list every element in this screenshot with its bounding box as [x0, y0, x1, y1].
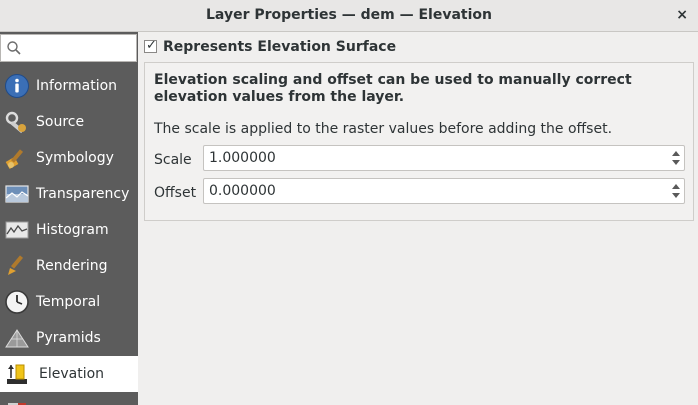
sidebar-item-pyramids[interactable]: Pyramids [0, 320, 138, 356]
symbology-icon [5, 149, 24, 169]
elevation-icon [7, 364, 27, 384]
spin-arrows-icon[interactable] [671, 148, 681, 168]
search-input[interactable] [0, 34, 137, 62]
sidebar-item-label: Rendering [36, 258, 108, 274]
description-bold: Elevation scaling and offset can be used… [154, 72, 632, 105]
sidebar-item-transparency[interactable]: Transparency [0, 176, 138, 212]
close-button[interactable]: × [676, 0, 688, 32]
clock-icon [5, 290, 29, 314]
sidebar-item-label: Histogram [36, 222, 109, 238]
sidebar-item-temporal[interactable]: Temporal [0, 284, 138, 320]
offset-spinbox[interactable]: 0.000000 [203, 178, 685, 204]
elevation-surface-checkbox[interactable]: ✓ [144, 38, 157, 53]
transparency-icon [5, 185, 29, 203]
scale-label: Scale [154, 152, 192, 168]
source-icon [5, 111, 26, 134]
check-icon: ✓ [146, 38, 157, 53]
elevation-group: Elevation scaling and offset can be used… [144, 62, 694, 221]
sidebar-item-symbology[interactable]: Symbology [0, 140, 138, 176]
sidebar-item-elevation[interactable]: Elevation [0, 356, 138, 392]
scale-value: 1.000000 [209, 150, 276, 166]
title-bar: Layer Properties — dem — Elevation × [0, 0, 698, 32]
sidebar-item-label: Elevation [39, 366, 105, 382]
elevation-page: ✓ Represents Elevation Surface Elevation… [138, 32, 698, 405]
description: The scale is applied to the raster value… [154, 121, 613, 137]
search-icon [7, 41, 21, 55]
histogram-icon [5, 221, 29, 239]
window-title: Layer Properties — dem — Elevation [206, 7, 492, 23]
sidebar-item-partial[interactable] [0, 392, 138, 405]
sidebar-item-label: Symbology [36, 150, 114, 166]
sidebar-item-label: Temporal [36, 294, 101, 310]
partial-icon [8, 403, 26, 405]
info-icon [5, 74, 29, 98]
sidebar-item-information[interactable]: Information [0, 68, 138, 104]
sidebar-item-histogram[interactable]: Histogram [0, 212, 138, 248]
offset-label: Offset [154, 185, 197, 201]
offset-value: 0.000000 [209, 183, 276, 199]
rendering-icon [8, 255, 24, 275]
sidebar-item-label: Source [36, 114, 85, 130]
sidebar-item-label: Information [36, 78, 118, 94]
checkbox-label: Represents Elevation Surface [163, 39, 397, 55]
spin-arrows-icon[interactable] [671, 181, 681, 201]
sidebar: Information Source Symbology Transparenc… [0, 32, 138, 405]
sidebar-item-label: Pyramids [36, 330, 101, 346]
pyramids-icon [5, 329, 29, 348]
scale-spinbox[interactable]: 1.000000 [203, 145, 685, 171]
sidebar-item-label: Transparency [36, 186, 130, 202]
sidebar-item-rendering[interactable]: Rendering [0, 248, 138, 284]
sidebar-item-source[interactable]: Source [0, 104, 138, 140]
